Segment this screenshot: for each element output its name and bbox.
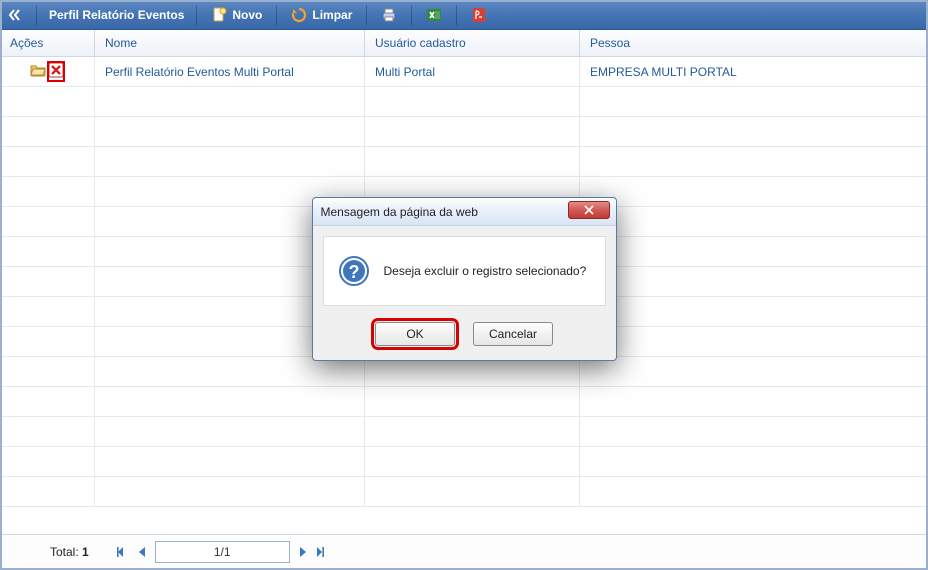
collapse-panel-button[interactable] [6,7,28,23]
separator [36,5,37,25]
pager-footer: Total: 1 [2,534,926,568]
table-row-empty [0,87,928,117]
dialog-title-text: Mensagem da página da web [321,205,478,219]
separator [366,5,367,25]
cell-usuario: Multi Portal [365,57,580,86]
first-page-icon[interactable] [117,546,129,558]
toolbar: Perfil Relatório Eventos Novo Limpar [0,0,928,30]
col-header-acoes[interactable]: Ações [0,30,95,56]
last-page-icon[interactable] [316,546,328,558]
novo-button[interactable]: Novo [205,5,268,25]
total-value: 1 [82,545,89,559]
col-header-usuario[interactable]: Usuário cadastro [365,30,580,56]
print-button[interactable] [375,5,403,25]
delete-x-icon [48,62,64,78]
separator [456,5,457,25]
export-excel-button[interactable] [420,5,448,25]
cancel-button[interactable]: Cancelar [473,322,553,346]
double-chevron-left-icon [6,7,22,23]
cell-acoes [0,57,95,86]
table-row[interactable]: Perfil Relatório Eventos Multi PortalMul… [0,57,928,87]
dialog-titlebar[interactable]: Mensagem da página da web [313,198,616,226]
pager [117,541,328,563]
delete-row-button[interactable] [48,62,64,81]
limpar-button[interactable]: Limpar [285,5,358,25]
prev-page-icon[interactable] [137,546,147,558]
table-row-empty [0,447,928,477]
total-text: Total: [50,545,79,559]
cell-nome: Perfil Relatório Eventos Multi Portal [95,57,365,86]
close-icon [583,205,595,215]
total-label: Total: 1 [50,545,89,559]
pdf-icon [471,7,487,23]
confirm-dialog: Mensagem da página da web ? Deseja exclu… [312,197,617,361]
dialog-message: Deseja excluir o registro selecionado? [384,264,587,278]
new-document-icon [211,7,227,23]
excel-icon [426,7,442,23]
grid-header: Ações Nome Usuário cadastro Pessoa [0,30,928,57]
table-row-empty [0,117,928,147]
table-row-empty [0,417,928,447]
table-row-empty [0,357,928,387]
dialog-buttons: OK Cancelar [313,316,616,360]
novo-label: Novo [232,8,262,22]
ok-button[interactable]: OK [375,322,455,346]
cell-pessoa: EMPRESA MULTI PORTAL [580,57,928,86]
page-input[interactable] [155,541,290,563]
table-row-empty [0,387,928,417]
page-title: Perfil Relatório Eventos [45,8,188,22]
col-header-pessoa[interactable]: Pessoa [580,30,928,56]
export-pdf-button[interactable] [465,5,493,25]
table-row-empty [0,477,928,507]
refresh-icon [291,7,307,23]
separator [196,5,197,25]
svg-text:?: ? [348,262,359,282]
dialog-body: ? Deseja excluir o registro selecionado? [323,236,606,306]
edit-row-button[interactable] [30,62,46,81]
next-page-icon[interactable] [298,546,308,558]
separator [411,5,412,25]
limpar-label: Limpar [312,8,352,22]
question-icon: ? [338,255,370,287]
table-row-empty [0,147,928,177]
separator [276,5,277,25]
folder-open-icon [30,62,46,78]
dialog-close-button[interactable] [568,201,610,219]
col-header-nome[interactable]: Nome [95,30,365,56]
printer-icon [381,7,397,23]
